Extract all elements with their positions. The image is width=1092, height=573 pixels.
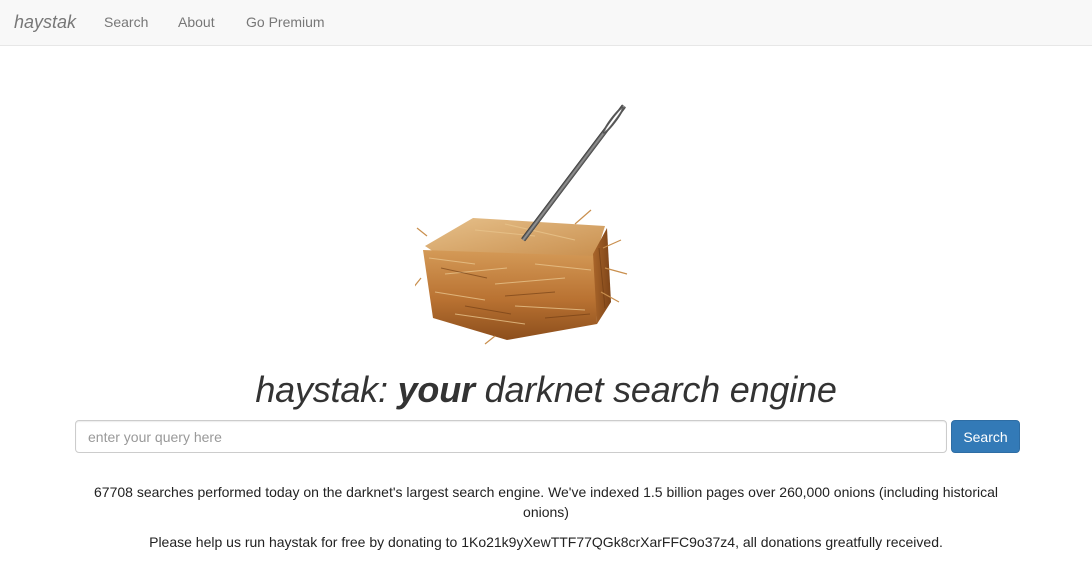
donation-notice-text: Please help us run haystak for free by d…	[149, 534, 943, 550]
search-input[interactable]	[75, 420, 947, 453]
haystack-needle-image	[415, 104, 628, 345]
headline-emphasis: your	[397, 369, 475, 410]
nav-search-link[interactable]: Search	[104, 13, 148, 31]
page-headline: haystak: your darknet search engine	[0, 367, 1092, 413]
search-button[interactable]: Search	[951, 420, 1020, 453]
headline-brand: haystak:	[255, 369, 388, 410]
brand-link[interactable]: haystak	[14, 11, 76, 33]
headline-tagline: darknet search engine	[484, 369, 837, 410]
search-stats-text: 67708 searches performed today on the da…	[94, 484, 998, 520]
nav-go-premium-link[interactable]: Go Premium	[246, 13, 325, 31]
top-navbar: haystak Search About Go Premium	[0, 0, 1092, 46]
nav-about-link[interactable]: About	[178, 13, 215, 31]
